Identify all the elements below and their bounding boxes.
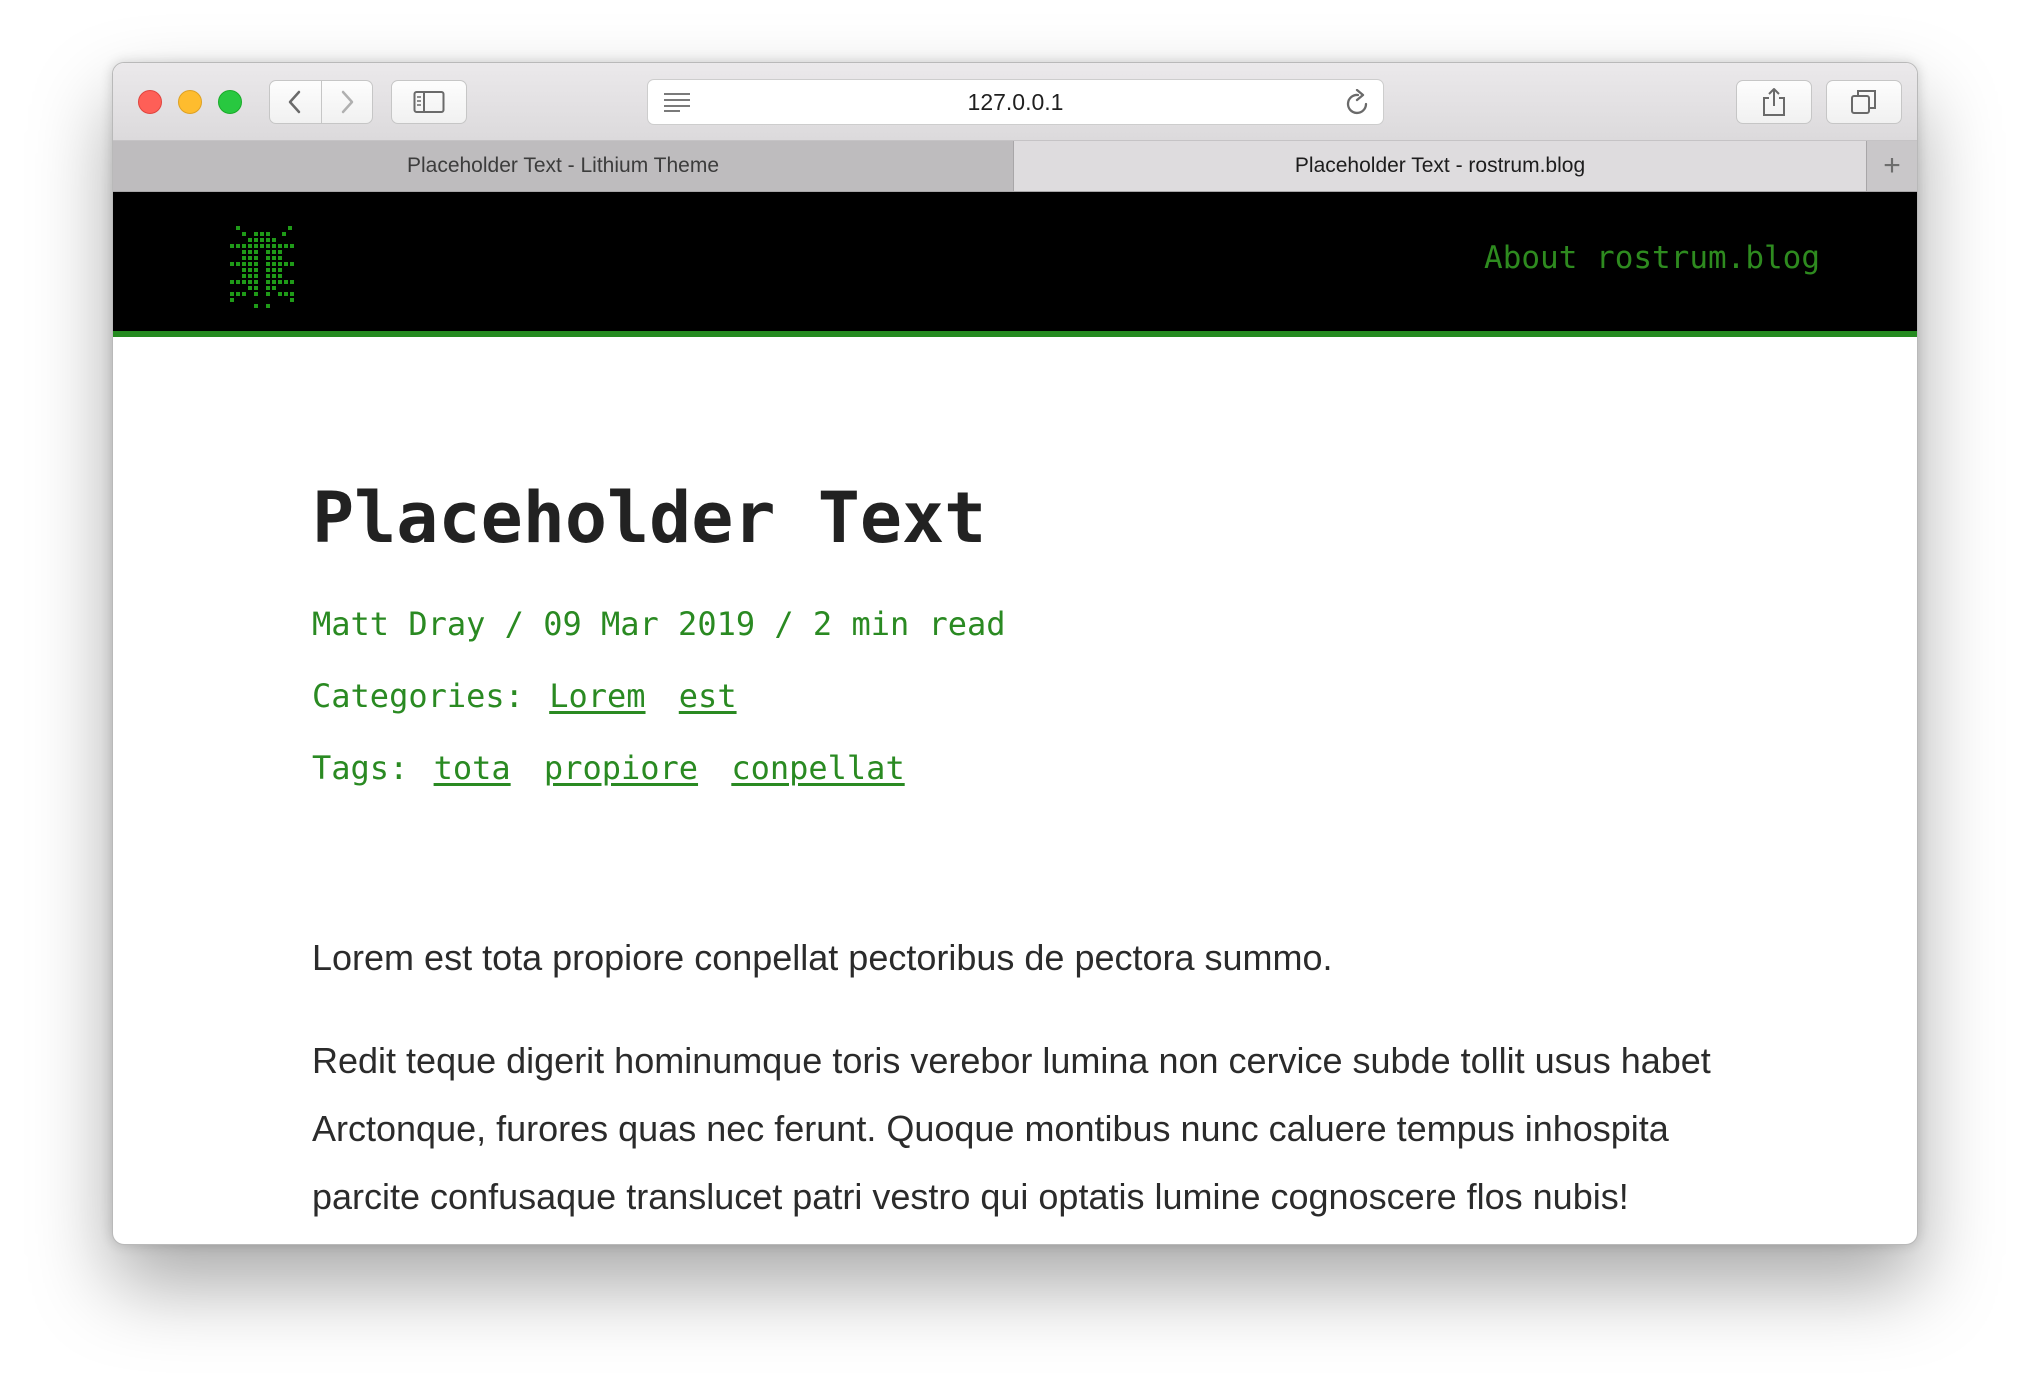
site-header: About rostrum.blog [113, 192, 1917, 337]
url-text[interactable]: 127.0.0.1 [968, 89, 1064, 116]
tag-link-propiore[interactable]: propiore [544, 749, 698, 787]
back-icon [289, 90, 301, 114]
sidebar-toggle-button[interactable] [391, 80, 467, 124]
category-link-lorem[interactable]: Lorem [549, 677, 645, 715]
nav-about-link[interactable]: About rostrum.blog [1484, 240, 1820, 276]
history-navigation [269, 80, 373, 124]
tags-label: Tags: [312, 749, 409, 787]
categories-label: Categories: [312, 677, 524, 715]
tab-overview-button[interactable] [1826, 80, 1902, 124]
reload-icon[interactable] [1345, 89, 1371, 117]
browser-toolbar: 127.0.0.1 [113, 63, 1917, 141]
tab-title: Placeholder Text - Lithium Theme [406, 154, 720, 177]
tag-link-conpellat[interactable]: conpellat [731, 749, 904, 787]
browser-window: 127.0.0.1 Placeholder Text - Lithium The… [112, 62, 1918, 1245]
tab-rostrum-blog[interactable]: Placeholder Text - rostrum.blog [1014, 141, 1868, 191]
new-tab-button[interactable]: + [1867, 141, 1917, 191]
minimize-window-button[interactable] [178, 90, 202, 114]
tabs-overview-icon [1851, 90, 1876, 114]
tag-link-tota[interactable]: tota [434, 749, 511, 787]
tab-bar: Placeholder Text - Lithium Theme Placeho… [113, 141, 1917, 192]
forward-icon [341, 90, 354, 114]
close-window-button[interactable] [138, 90, 162, 114]
post-paragraph: Lorem est tota propiore conpellat pector… [312, 937, 1333, 978]
share-icon [1763, 88, 1785, 116]
tab-title: Placeholder Text - rostrum.blog [1294, 154, 1586, 177]
reader-icon[interactable] [662, 91, 692, 113]
bug-icon[interactable] [226, 224, 302, 314]
post-meta: Matt Dray / 09 Mar 2019 / 2 min read [312, 605, 1006, 643]
post-tags: Tags: tota propiore conpellat [312, 752, 905, 784]
zoom-window-button[interactable] [218, 90, 242, 114]
tab-lithium-theme[interactable]: Placeholder Text - Lithium Theme [113, 141, 1014, 191]
forward-button[interactable] [320, 81, 372, 123]
post-paragraph: Redit teque digerit hominumque toris ver… [312, 1040, 1711, 1217]
back-button[interactable] [270, 81, 321, 123]
category-link-est[interactable]: est [679, 677, 737, 715]
share-button[interactable] [1736, 80, 1812, 124]
sidebar-icon [413, 91, 445, 113]
post-title: Placeholder Text [312, 477, 987, 559]
address-bar[interactable]: 127.0.0.1 [647, 79, 1384, 125]
plus-icon: + [1883, 149, 1901, 182]
post-categories: Categories: Lorem est [312, 680, 737, 712]
